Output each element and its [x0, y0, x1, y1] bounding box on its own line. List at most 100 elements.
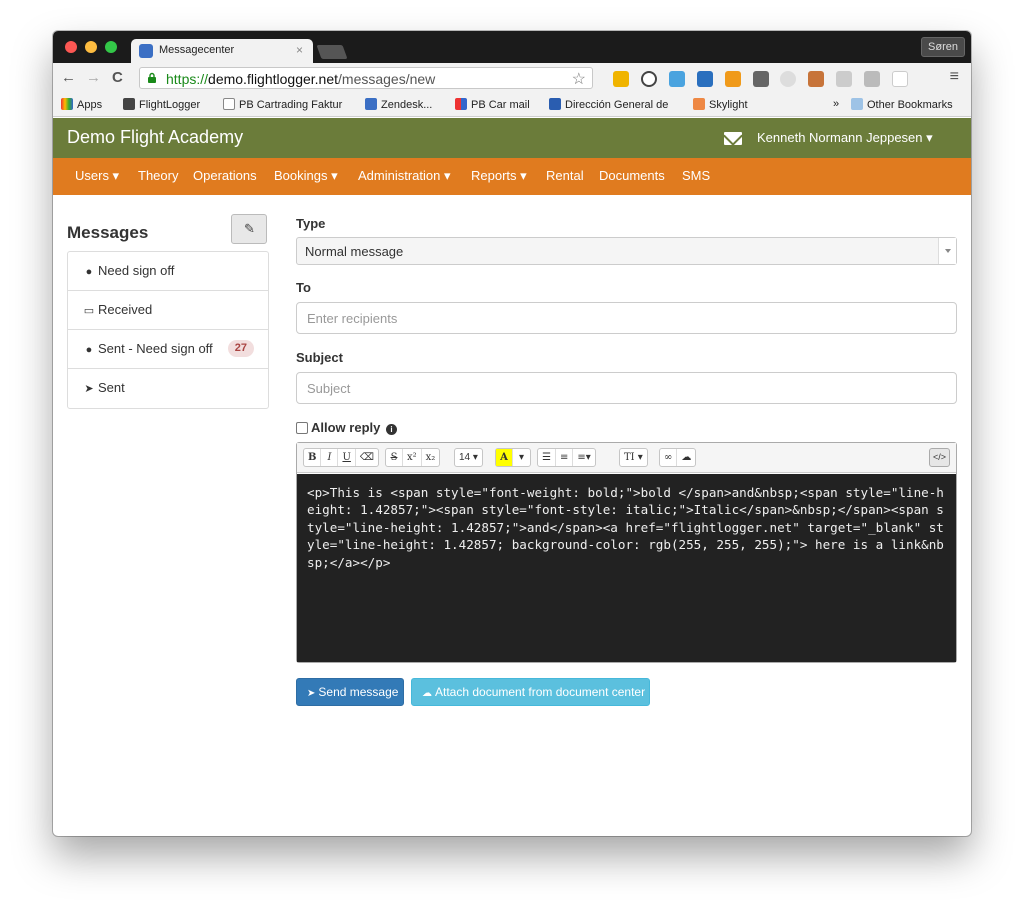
nav-reports[interactable]: Reports ▾ — [471, 168, 527, 184]
nav-operations[interactable]: Operations — [193, 168, 257, 183]
extension-icon[interactable] — [725, 71, 741, 87]
extension-icon[interactable] — [641, 71, 657, 87]
line-height-dropdown[interactable]: TI ▾ — [619, 448, 648, 467]
reload-icon[interactable]: C — [112, 69, 123, 87]
extension-icon[interactable] — [808, 71, 824, 87]
exclamation-circle-icon: ● — [85, 266, 93, 278]
code-view-textarea[interactable]: <p>This is <span style="font-weight: bol… — [297, 474, 956, 662]
paragraph-group: ☰ ≡ ≡▾ — [537, 448, 596, 467]
new-tab-button[interactable] — [316, 45, 348, 59]
allow-reply-label[interactable]: Allow reply — [311, 420, 380, 435]
minimize-window-button[interactable] — [85, 41, 97, 53]
tab-favicon-icon — [139, 44, 153, 58]
bookmark-star-icon[interactable]: ☆ — [572, 69, 586, 89]
bookmark-pb-car-mail[interactable]: PB Car mail — [455, 98, 530, 111]
back-icon[interactable]: ← — [61, 69, 76, 87]
superscript-button[interactable]: x² — [403, 449, 422, 466]
info-icon[interactable]: i — [385, 424, 397, 435]
recipients-input[interactable] — [296, 302, 957, 334]
address-bar[interactable]: https://demo.flightlogger.net/messages/n… — [139, 67, 593, 89]
paper-plane-icon: ➤ — [84, 383, 94, 395]
lock-icon — [148, 72, 156, 83]
ordered-list-icon[interactable]: ≡ — [556, 449, 574, 466]
bookmark-apps[interactable]: Apps — [61, 98, 102, 111]
subscript-button[interactable]: x₂ — [422, 449, 440, 466]
bookmark-direccion-general[interactable]: Dirección General de — [549, 98, 668, 111]
format-group: B I U ⌫ — [303, 448, 380, 467]
strikethrough-button[interactable]: S — [386, 449, 403, 466]
apps-icon — [61, 98, 73, 110]
browser-toolbar: ← → C https://demo.flightlogger.net/mess… — [53, 63, 971, 93]
align-dropdown-icon[interactable]: ≡▾ — [573, 449, 594, 466]
bookmark-other[interactable]: Other Bookmarks — [851, 98, 953, 111]
tab-title: Messagecenter — [159, 44, 235, 56]
office-icon — [455, 98, 467, 110]
extension-icon[interactable] — [753, 71, 769, 87]
bookmark-pb-cartrading[interactable]: PB Cartrading Faktur — [223, 98, 342, 111]
extension-icon[interactable] — [613, 71, 629, 87]
code-view-icon[interactable]: </> — [929, 448, 950, 467]
dgt-icon — [549, 98, 561, 110]
brand-title[interactable]: Demo Flight Academy — [67, 127, 243, 148]
browser-window: Messagecenter × Søren ← → C https://demo… — [53, 31, 971, 836]
bookmark-skylight[interactable]: Skylight — [693, 98, 748, 111]
type-label: Type — [296, 216, 326, 231]
ebay-extension-icon[interactable] — [892, 71, 908, 87]
type-select[interactable]: Normal message — [296, 237, 957, 265]
allow-reply-checkbox[interactable] — [296, 422, 308, 434]
sidebar-item-sent-need-sign-off[interactable]: ● Sent - Need sign off 27 — [68, 330, 268, 369]
bookmark-flightlogger[interactable]: FlightLogger — [123, 98, 200, 111]
color-group: A ▾ — [495, 448, 531, 467]
bookmarks-overflow[interactable]: » — [833, 98, 839, 110]
chevron-down-icon — [938, 238, 956, 264]
nav-users[interactable]: Users ▾ — [75, 168, 119, 184]
send-message-button[interactable]: ➤ Send message — [296, 678, 404, 706]
close-window-button[interactable] — [65, 41, 77, 53]
extension-icon[interactable] — [697, 71, 713, 87]
text-color-button[interactable]: A — [496, 449, 513, 466]
sidebar-item-need-sign-off[interactable]: ● Need sign off — [68, 252, 268, 291]
nav-theory[interactable]: Theory — [138, 168, 178, 183]
attach-document-button[interactable]: ☁ Attach document from document center — [411, 678, 650, 706]
sidebar-item-sent[interactable]: ➤ Sent — [68, 369, 268, 408]
underline-button[interactable]: U — [338, 449, 356, 466]
main-nav: Users ▾ Theory Operations Bookings ▾ Adm… — [53, 158, 971, 195]
user-menu[interactable]: Kenneth Normann Jeppesen ▾ — [757, 130, 933, 146]
envelope-icon[interactable] — [724, 132, 742, 145]
browser-menu-icon[interactable]: ≡ — [950, 68, 959, 86]
compose-button[interactable]: ✎ — [231, 214, 267, 244]
subject-label: Subject — [296, 350, 343, 365]
zendesk-icon — [365, 98, 377, 110]
bold-button[interactable]: B — [304, 449, 322, 466]
extension-icon[interactable] — [864, 71, 880, 87]
forward-icon[interactable]: → — [86, 69, 101, 87]
url-text: https://demo.flightlogger.net/messages/n… — [166, 71, 436, 87]
script-group: S x² x₂ — [385, 448, 441, 467]
editor-toolbar: B I U ⌫ S x² x₂ 14 ▾ A ▾ ☰ ≡ ≡▾ TI ▾ ∞ ☁… — [297, 443, 956, 473]
bookmark-zendesk[interactable]: Zendesk... — [365, 98, 432, 111]
zoom-window-button[interactable] — [105, 41, 117, 53]
eraser-icon[interactable]: ⌫ — [356, 449, 378, 466]
tab-close-icon[interactable]: × — [296, 43, 303, 57]
sidebar-item-received[interactable]: ▭ Received — [68, 291, 268, 330]
extension-icon[interactable] — [836, 71, 852, 87]
nav-sms[interactable]: SMS — [682, 168, 710, 183]
italic-button[interactable]: I — [321, 449, 339, 466]
nav-rental[interactable]: Rental — [546, 168, 584, 183]
link-icon[interactable]: ∞ — [660, 449, 678, 466]
extension-icon[interactable] — [669, 71, 685, 87]
font-size-dropdown[interactable]: 14 ▾ — [454, 448, 483, 467]
browser-tab[interactable]: Messagecenter × — [131, 39, 313, 63]
cloud-upload-icon[interactable]: ☁ — [677, 449, 695, 466]
unordered-list-icon[interactable]: ☰ — [538, 449, 556, 466]
nav-documents[interactable]: Documents — [599, 168, 665, 183]
nav-bookings[interactable]: Bookings ▾ — [274, 168, 338, 184]
inbox-icon: ▭ — [83, 305, 95, 317]
color-dropdown-icon[interactable]: ▾ — [513, 449, 530, 466]
extension-icon[interactable] — [780, 71, 796, 87]
nav-administration[interactable]: Administration ▾ — [358, 168, 451, 184]
tab-bar: Messagecenter × Søren — [53, 31, 971, 63]
subject-input[interactable] — [296, 372, 957, 404]
font-size-value: 14 ▾ — [459, 452, 478, 463]
profile-button[interactable]: Søren — [921, 37, 965, 57]
